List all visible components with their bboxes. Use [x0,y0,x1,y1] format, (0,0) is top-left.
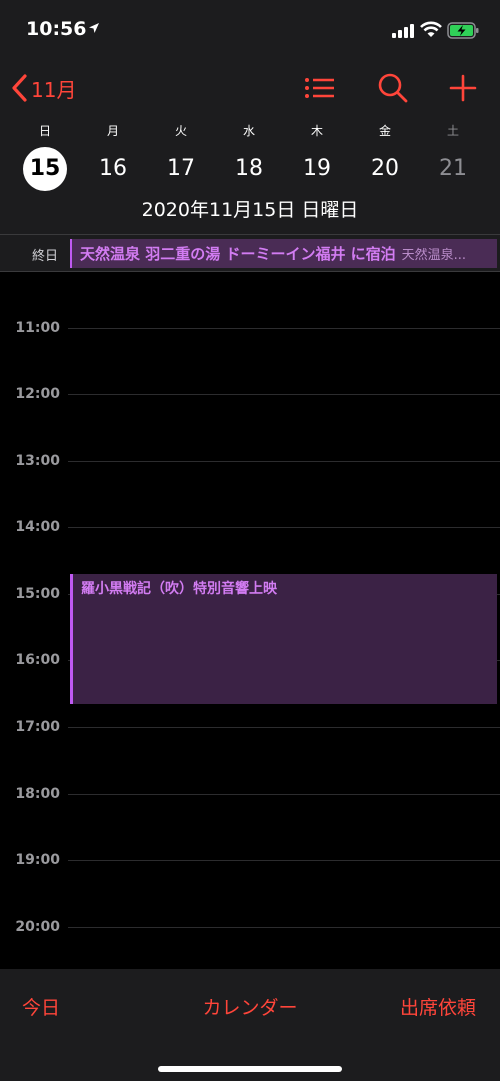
weekday-fri: 金 [378,124,391,138]
date-19[interactable]: 19 [295,147,339,191]
all-day-label: 終日 [32,249,59,264]
hour-label: 15:00 [15,586,60,602]
back-label: 11月 [31,77,77,102]
hour-label: 12:00 [15,386,60,402]
hour-line [68,461,500,462]
back-to-month-button[interactable]: 11月 [8,70,76,106]
date-21[interactable]: 21 [431,147,475,191]
hour-label: 20:00 [15,919,60,935]
hour-line [68,927,500,928]
chevron-left-icon [12,74,27,102]
battery-charging-icon [447,22,479,39]
hour-label: 17:00 [15,719,60,735]
weekday-thu: 木 [310,124,323,138]
calendar-header: 10:56 11月 日 月 火 水 木 金 土 15 16 17 18 19 2… [0,0,500,234]
all-day-event-location: 天然温泉... [401,248,467,263]
list-icon[interactable] [303,72,335,104]
full-date-title: 2020年11月15日 日曜日 [141,199,359,221]
weekday-wed: 水 [242,124,255,138]
inbox-button[interactable]: 出席依頼 [400,993,476,1020]
all-day-event-title: 天然温泉 羽二重の湯 ドーミーイン福井 に宿泊 [80,245,396,263]
hour-label: 19:00 [15,852,60,868]
hour-label: 11:00 [15,320,60,336]
date-17[interactable]: 17 [159,147,203,191]
bottom-toolbar: 今日 カレンダー 出席依頼 [0,969,500,1081]
date-16[interactable]: 16 [91,147,135,191]
hour-line [68,860,500,861]
date-18[interactable]: 18 [227,147,271,191]
date-selected[interactable]: 15 [23,147,67,191]
home-indicator[interactable] [158,1066,342,1072]
wifi-icon [420,21,442,37]
status-time: 10:56 [26,18,87,40]
hour-line [68,328,500,329]
weekday-tue: 火 [174,124,187,138]
search-icon[interactable] [377,72,409,104]
weekday-sun: 日 [38,124,51,138]
weekday-sat: 土 [446,124,459,138]
hour-line [68,527,500,528]
all-day-row: 終日 天然温泉 羽二重の湯 ドーミーイン福井 に宿泊 天然温泉... [0,234,500,272]
calendars-button[interactable]: カレンダー [202,997,297,1019]
all-day-event[interactable]: 天然温泉 羽二重の湯 ドーミーイン福井 に宿泊 天然温泉... [70,239,497,268]
hour-line [68,727,500,728]
timed-event[interactable]: 羅小黒戦記（吹）特別音響上映 [70,574,497,704]
hour-label: 13:00 [15,453,60,469]
timed-event-title: 羅小黒戦記（吹）特別音響上映 [81,581,277,597]
add-icon[interactable] [447,72,479,104]
date-20[interactable]: 20 [363,147,407,191]
location-arrow-icon [89,23,99,33]
today-button[interactable]: 今日 [22,993,60,1020]
hour-line [68,794,500,795]
hour-label: 16:00 [15,652,60,668]
cellular-signal-icon [392,24,414,38]
hour-label: 14:00 [15,519,60,535]
hour-label: 18:00 [15,786,60,802]
weekday-mon: 月 [106,124,119,138]
hour-line [68,394,500,395]
